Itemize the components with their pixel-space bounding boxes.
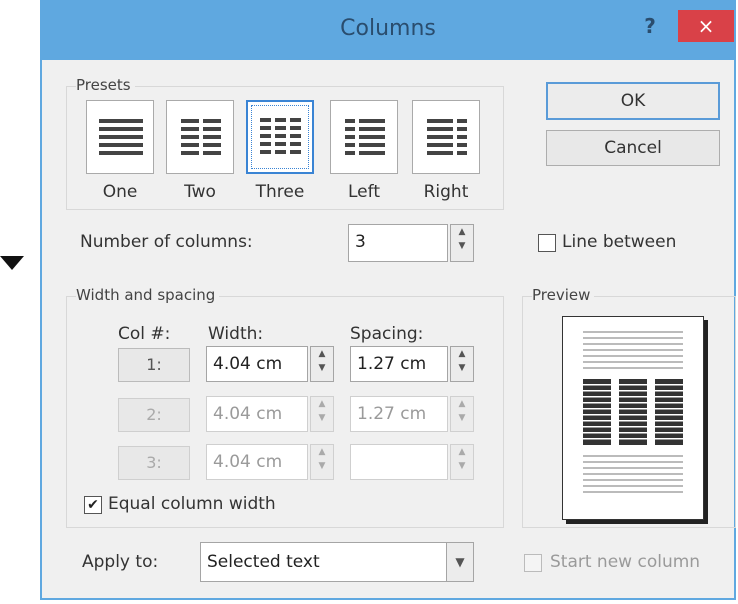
column-2-spacing-stepper: ▲ ▼ [450, 396, 474, 432]
number-of-columns-input[interactable]: 3 [348, 224, 448, 262]
preview-label: Preview [532, 286, 595, 304]
presets-group-label: Presets [76, 76, 135, 94]
column-3-button: 3: [118, 446, 190, 480]
preset-right-label: Right [423, 182, 469, 202]
start-new-column-label: Start new column [550, 552, 701, 572]
width-and-spacing-label: Width and spacing [76, 286, 220, 304]
left-column-icon [345, 119, 385, 155]
column-3-width-stepper: ▲ ▼ [310, 444, 334, 480]
cancel-button[interactable]: Cancel [546, 130, 720, 166]
column-3-spacing-input [350, 444, 448, 480]
column-3-spacing-stepper: ▲ ▼ [450, 444, 474, 480]
column-3-width-input: 4.04 cm [206, 444, 308, 480]
help-button[interactable]: ? [632, 10, 668, 42]
column-1-spacing-input[interactable]: 1.27 cm [350, 346, 448, 382]
width-header: Width: [208, 324, 264, 344]
one-column-icon [99, 119, 143, 155]
column-2-button: 2: [118, 398, 190, 432]
start-new-column-checkbox [524, 554, 542, 572]
equal-column-width-label: Equal column width [108, 494, 276, 514]
column-1-width-input[interactable]: 4.04 cm [206, 346, 308, 382]
preview-page [562, 316, 704, 520]
column-2-spacing-input: 1.27 cm [350, 396, 448, 432]
column-1-spacing-stepper[interactable]: ▲ ▼ [450, 346, 474, 382]
apply-to-label: Apply to: [82, 552, 159, 572]
pointer-arrow-icon [0, 256, 24, 270]
line-between-label: Line between [562, 232, 677, 252]
title-bar: Columns ? × [42, 0, 734, 60]
line-between-checkbox[interactable] [538, 234, 556, 252]
column-2-width-stepper: ▲ ▼ [310, 396, 334, 432]
chevron-down-icon: ▼ [455, 555, 465, 569]
dialog-title: Columns [340, 16, 436, 41]
number-of-columns-stepper[interactable]: ▲ ▼ [450, 224, 474, 262]
preset-two-label: Two [184, 182, 216, 202]
three-columns-icon [260, 118, 301, 154]
column-2-width-input: 4.04 cm [206, 396, 308, 432]
preview-page-image [583, 331, 683, 493]
close-button[interactable]: × [678, 10, 734, 42]
number-of-columns-label: Number of columns: [80, 232, 253, 252]
right-column-icon [427, 119, 467, 155]
preset-left-label: Left [348, 182, 380, 202]
preset-three[interactable] [246, 100, 314, 174]
preset-two[interactable] [166, 100, 234, 174]
preset-one-label: One [102, 182, 138, 202]
equal-column-width-checkbox[interactable]: ✔ [84, 496, 102, 514]
column-1-button[interactable]: 1: [118, 348, 190, 382]
column-1-width-stepper[interactable]: ▲ ▼ [310, 346, 334, 382]
apply-to-select[interactable]: Selected text [200, 542, 448, 582]
preset-left[interactable] [330, 100, 398, 174]
preset-three-label: Three [255, 182, 305, 202]
apply-to-dropdown-button[interactable]: ▼ [446, 542, 474, 582]
two-columns-icon [181, 119, 221, 155]
preset-right[interactable] [412, 100, 480, 174]
spacing-header: Spacing: [350, 324, 424, 344]
preset-one[interactable] [86, 100, 154, 174]
ok-button[interactable]: OK [546, 82, 720, 120]
col-number-header: Col #: [118, 324, 171, 344]
